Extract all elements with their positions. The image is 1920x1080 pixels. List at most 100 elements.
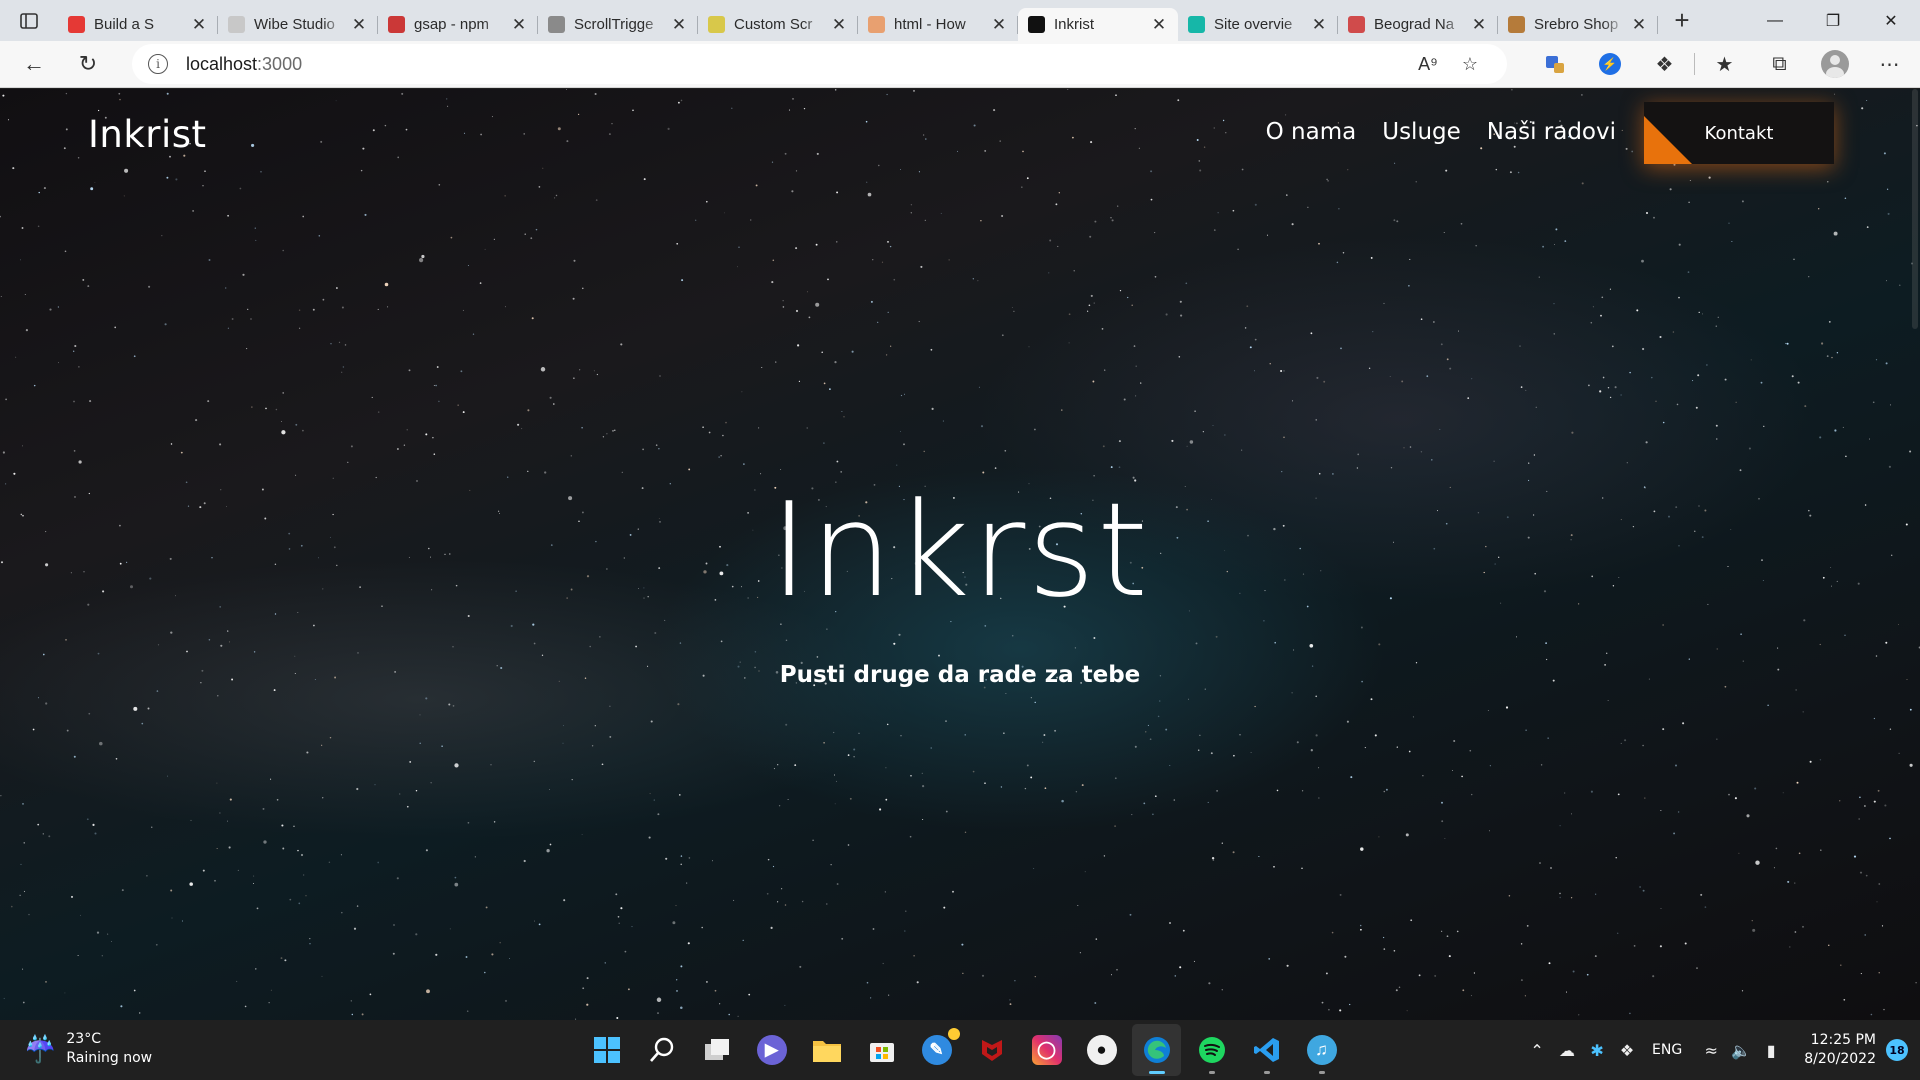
refresh-icon[interactable]: ↻ <box>64 44 112 84</box>
js-icon <box>708 16 725 33</box>
tab-close-icon[interactable]: ✕ <box>1310 15 1328 34</box>
tab-close-icon[interactable]: ✕ <box>1470 15 1488 34</box>
vscode-icon[interactable] <box>1242 1024 1291 1076</box>
nav-link-nasi-radovi[interactable]: Naši radovi <box>1487 119 1616 145</box>
windows-taskbar: ☔ 23°C Raining now ▶ ✎ ◯ ● ♫ ⌃ ☁ ✱ ❖ ENG… <box>0 1020 1920 1080</box>
task-view-icon[interactable] <box>692 1024 741 1076</box>
browser-tab[interactable]: Site overvie ✕ <box>1178 8 1338 41</box>
hero-title: Inkrst <box>769 474 1151 626</box>
chat-icon[interactable]: ▶ <box>747 1024 796 1076</box>
browser-tab[interactable]: Beograd Na ✕ <box>1338 8 1498 41</box>
bluetooth-icon[interactable]: ✱ <box>1582 1041 1612 1060</box>
nav-link-o-nama[interactable]: O nama <box>1266 119 1357 145</box>
mcafee-icon[interactable] <box>967 1024 1016 1076</box>
add-favorite-icon[interactable]: ☆ <box>1449 48 1491 80</box>
browser-tab[interactable]: html - How ✕ <box>858 8 1018 41</box>
youtube-icon <box>68 16 85 33</box>
file-explorer-icon[interactable] <box>802 1024 851 1076</box>
tab-close-icon[interactable]: ✕ <box>510 15 528 34</box>
window-controls: — ❐ ✕ <box>1746 0 1920 41</box>
stackoverflow-icon <box>868 16 885 33</box>
language-indicator[interactable]: ENG <box>1652 1042 1682 1058</box>
extension-blue-icon[interactable]: ⚡ <box>1582 44 1637 84</box>
extensions-puzzle-icon[interactable]: ❖ <box>1637 44 1692 84</box>
npm-icon <box>388 16 405 33</box>
kontakt-button[interactable]: Kontakt <box>1644 102 1834 164</box>
browser-toolbar: ← ↻ i localhost:3000 A⁹ ☆ ⚡ ❖ ★ ⧉ ⋯ <box>0 41 1920 88</box>
store-icon[interactable] <box>857 1024 906 1076</box>
browser-tab[interactable]: ScrollTrigge ✕ <box>538 8 698 41</box>
wifi-icon[interactable]: ≈ <box>1696 1041 1726 1060</box>
tab-close-icon[interactable]: ✕ <box>350 15 368 34</box>
edge-icon[interactable] <box>1132 1024 1181 1076</box>
tab-title: Custom Scr <box>734 16 813 33</box>
site-logo[interactable]: Inkrist <box>88 113 207 156</box>
clock[interactable]: 12:25 PM 8/20/2022 <box>1804 1031 1876 1069</box>
chevron-up-icon[interactable]: ⌃ <box>1522 1041 1552 1060</box>
tab-title: Site overvie <box>1214 16 1293 33</box>
github-icon[interactable]: ● <box>1077 1024 1126 1076</box>
taskbar-apps: ▶ ✎ ◯ ● ♫ <box>582 1024 1346 1076</box>
dropbox-icon[interactable]: ❖ <box>1612 1041 1642 1060</box>
restore-icon[interactable]: ❐ <box>1804 0 1862 41</box>
volume-icon[interactable]: 🔈 <box>1726 1041 1756 1060</box>
tab-title: Srebro Shop <box>1534 16 1619 33</box>
tab-title: Build a S <box>94 16 155 33</box>
profile-avatar[interactable] <box>1807 44 1862 84</box>
tab-close-icon[interactable]: ✕ <box>830 15 848 34</box>
new-tab-button[interactable]: + <box>1660 3 1704 39</box>
notification-badge[interactable]: 18 <box>1886 1039 1908 1061</box>
collections-icon[interactable]: ⧉ <box>1752 44 1807 84</box>
site-info-icon[interactable]: i <box>148 54 168 74</box>
back-icon[interactable]: ← <box>10 44 58 84</box>
tab-close-icon[interactable]: ✕ <box>1630 15 1648 34</box>
app-icon-2[interactable]: ♫ <box>1297 1024 1346 1076</box>
browser-tab[interactable]: gsap - npm ✕ <box>378 8 538 41</box>
shop-icon <box>1508 16 1525 33</box>
tab-title: Wibe Studio <box>254 16 335 33</box>
tab-title: gsap - npm <box>414 16 490 33</box>
close-window-icon[interactable]: ✕ <box>1862 0 1920 41</box>
system-tray: ⌃ ☁ ✱ ❖ ENG ≈ 🔈 ▮ 12:25 PM 8/20/2022 18 <box>1522 1020 1920 1080</box>
browser-tab[interactable]: Custom Scr ✕ <box>698 8 858 41</box>
browser-tab[interactable]: Build a S ✕ <box>58 8 218 41</box>
search-icon[interactable] <box>637 1024 686 1076</box>
instagram-icon[interactable]: ◯ <box>1022 1024 1071 1076</box>
address-bar[interactable]: i localhost:3000 A⁹ ☆ <box>132 44 1507 84</box>
read-aloud-icon[interactable]: A⁹ <box>1407 48 1449 80</box>
tab-close-icon[interactable]: ✕ <box>990 15 1008 34</box>
battery-icon[interactable]: ▮ <box>1756 1041 1786 1060</box>
clock-time: 12:25 PM <box>1810 1032 1876 1048</box>
browser-tab[interactable]: Wibe Studio ✕ <box>218 8 378 41</box>
tab-close-icon[interactable]: ✕ <box>1150 15 1168 34</box>
site-navbar: Inkrist O nama Usluge Naši radovi Kontak… <box>0 89 1920 179</box>
app-icon[interactable]: ✎ <box>912 1024 961 1076</box>
minimize-icon[interactable]: — <box>1746 0 1804 41</box>
weather-widget[interactable]: ☔ 23°C Raining now <box>24 1030 152 1068</box>
browser-tab[interactable]: Inkrist ✕ <box>1018 8 1178 41</box>
tab-title: ScrollTrigge <box>574 16 654 33</box>
onedrive-icon[interactable]: ☁ <box>1552 1041 1582 1060</box>
spotify-icon[interactable] <box>1187 1024 1236 1076</box>
tab-close-icon[interactable]: ✕ <box>670 15 688 34</box>
tab-title: html - How <box>894 16 966 33</box>
tab-actions-icon[interactable] <box>0 0 58 41</box>
url-host: localhost <box>186 53 258 74</box>
browser-tab[interactable]: Srebro Shop ✕ <box>1498 8 1658 41</box>
nav-link-usluge[interactable]: Usluge <box>1382 119 1461 145</box>
clock-date: 8/20/2022 <box>1804 1051 1876 1067</box>
extension-icon[interactable] <box>1527 44 1582 84</box>
weather-status: Raining now <box>66 1050 153 1066</box>
triangle-icon <box>1028 16 1045 33</box>
tab-close-icon[interactable]: ✕ <box>190 15 208 34</box>
windows-start-icon[interactable] <box>582 1024 631 1076</box>
cta-accent-wedge <box>1644 116 1692 164</box>
more-menu-icon[interactable]: ⋯ <box>1862 44 1917 84</box>
page-viewport: Inkrist O nama Usluge Naši radovi Kontak… <box>0 89 1920 1020</box>
hero-subtitle: Pusti druge da rade za tebe <box>779 662 1141 688</box>
tab-title: Beograd Na <box>1374 16 1455 33</box>
browser-tab-strip: Build a S ✕ Wibe Studio ✕ gsap - npm ✕ ScrollT… <box>0 0 1920 41</box>
favorites-icon[interactable]: ★ <box>1697 44 1752 84</box>
chart-icon <box>1348 16 1365 33</box>
site-nav-links: O nama Usluge Naši radovi <box>1266 119 1616 145</box>
